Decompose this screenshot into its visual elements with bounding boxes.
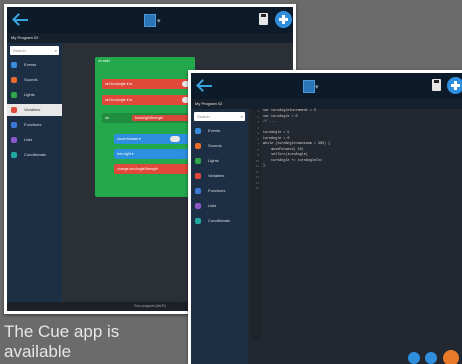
category-label: Functions xyxy=(24,122,42,127)
category-label: Lights xyxy=(208,158,219,163)
category-item[interactable]: Conditionals xyxy=(7,149,62,161)
category-item[interactable]: Lights xyxy=(191,155,248,167)
category-label: Sounds xyxy=(208,143,222,148)
line-number: 15 xyxy=(255,186,259,190)
category-color-icon xyxy=(195,128,201,134)
set-variable-block[interactable]: set turnAngle ▾ to xyxy=(102,95,192,105)
category-item[interactable]: Variables xyxy=(7,104,62,116)
search-input[interactable]: Search ⌕ xyxy=(10,46,59,55)
category-label: Variables xyxy=(208,173,225,178)
top-bar: ▾ xyxy=(191,73,462,99)
category-label: Lists xyxy=(24,137,33,142)
argument-block[interactable]: turnAngleStrength xyxy=(132,115,192,121)
blocks-mode-icon[interactable] xyxy=(144,14,156,27)
code-area[interactable]: var turnAngleIncrement = 5 var turnAngle … xyxy=(263,109,458,192)
step-icon[interactable] xyxy=(408,352,420,364)
category-sidebar: Search ⌕ Events Sounds Lights Variables Func… xyxy=(7,43,62,311)
save-icon[interactable] xyxy=(259,13,268,25)
category-color-icon xyxy=(195,143,201,149)
category-item[interactable]: Events xyxy=(191,125,248,137)
category-color-icon xyxy=(11,77,17,83)
category-sidebar: Search ⌕ Events Sounds Lights Variables Func… xyxy=(191,109,248,364)
reset-icon[interactable] xyxy=(425,352,437,364)
code-mode-icon[interactable] xyxy=(303,80,315,93)
category-color-icon xyxy=(195,173,201,179)
category-item[interactable]: Variables xyxy=(191,170,248,182)
category-label: Events xyxy=(208,128,221,133)
category-color-icon xyxy=(11,152,17,158)
search-input[interactable]: Search ⌕ xyxy=(194,112,245,121)
category-item[interactable]: Sounds xyxy=(191,140,248,152)
category-label: Lights xyxy=(24,92,35,97)
category-color-icon xyxy=(11,92,17,98)
category-color-icon xyxy=(195,158,201,164)
add-icon[interactable] xyxy=(447,77,462,94)
category-item[interactable]: Sounds xyxy=(7,74,62,86)
category-item[interactable]: Lists xyxy=(191,200,248,212)
program-title: My Program 02 xyxy=(191,99,462,109)
category-color-icon xyxy=(195,218,201,224)
line-number-gutter: 1 2 3 4 5 6 7 8 9 10 11 12 13 14 15 xyxy=(251,109,261,340)
category-color-icon xyxy=(11,122,17,128)
category-color-icon xyxy=(11,107,17,113)
category-color-icon xyxy=(195,188,201,194)
event-block[interactable]: on start xyxy=(95,57,195,197)
save-icon[interactable] xyxy=(432,79,441,91)
search-icon: ⌕ xyxy=(240,114,243,119)
category-color-icon xyxy=(11,137,17,143)
value-slot[interactable] xyxy=(170,136,180,142)
back-arrow-icon[interactable] xyxy=(12,12,30,28)
category-label: Sounds xyxy=(24,77,38,82)
top-bar: ▾ xyxy=(7,7,293,33)
category-item[interactable]: Events xyxy=(7,59,62,71)
move-block[interactable]: move forward ▾ xyxy=(114,134,194,144)
category-item[interactable]: Functions xyxy=(7,119,62,131)
back-arrow-icon[interactable] xyxy=(196,78,214,94)
category-item[interactable]: Lists xyxy=(7,134,62,146)
category-label: Conditionals xyxy=(208,218,231,223)
chevron-down-icon[interactable]: ▾ xyxy=(315,83,319,91)
add-icon[interactable] xyxy=(275,11,292,28)
program-title: My Program 02 xyxy=(7,33,293,43)
category-label: Variables xyxy=(24,107,41,112)
run-button[interactable] xyxy=(443,350,459,364)
code-editor-window: ▾ My Program 02 Search ⌕ Events Sounds Lig… xyxy=(188,70,462,364)
category-item[interactable]: Conditionals xyxy=(191,215,248,227)
category-label: Conditionals xyxy=(24,152,47,157)
caption-text: The Cue app is available xyxy=(4,322,120,361)
change-variable-block[interactable]: change turnAngleStrength xyxy=(114,164,194,174)
search-icon: ⌕ xyxy=(54,48,57,53)
category-item[interactable]: Functions xyxy=(191,185,248,197)
chevron-down-icon[interactable]: ▾ xyxy=(157,17,161,25)
turn-block[interactable]: turn right ▾ xyxy=(114,149,194,159)
category-item[interactable]: Lights xyxy=(7,89,62,101)
category-label: Events xyxy=(24,62,37,67)
category-color-icon xyxy=(11,62,17,68)
category-label: Functions xyxy=(208,188,226,193)
category-color-icon xyxy=(195,203,201,209)
code-editor-screen: ▾ My Program 02 Search ⌕ Events Sounds Lig… xyxy=(191,73,462,364)
category-label: Lists xyxy=(208,203,217,208)
set-variable-block[interactable]: set turnAngle ▾ to xyxy=(102,79,192,89)
